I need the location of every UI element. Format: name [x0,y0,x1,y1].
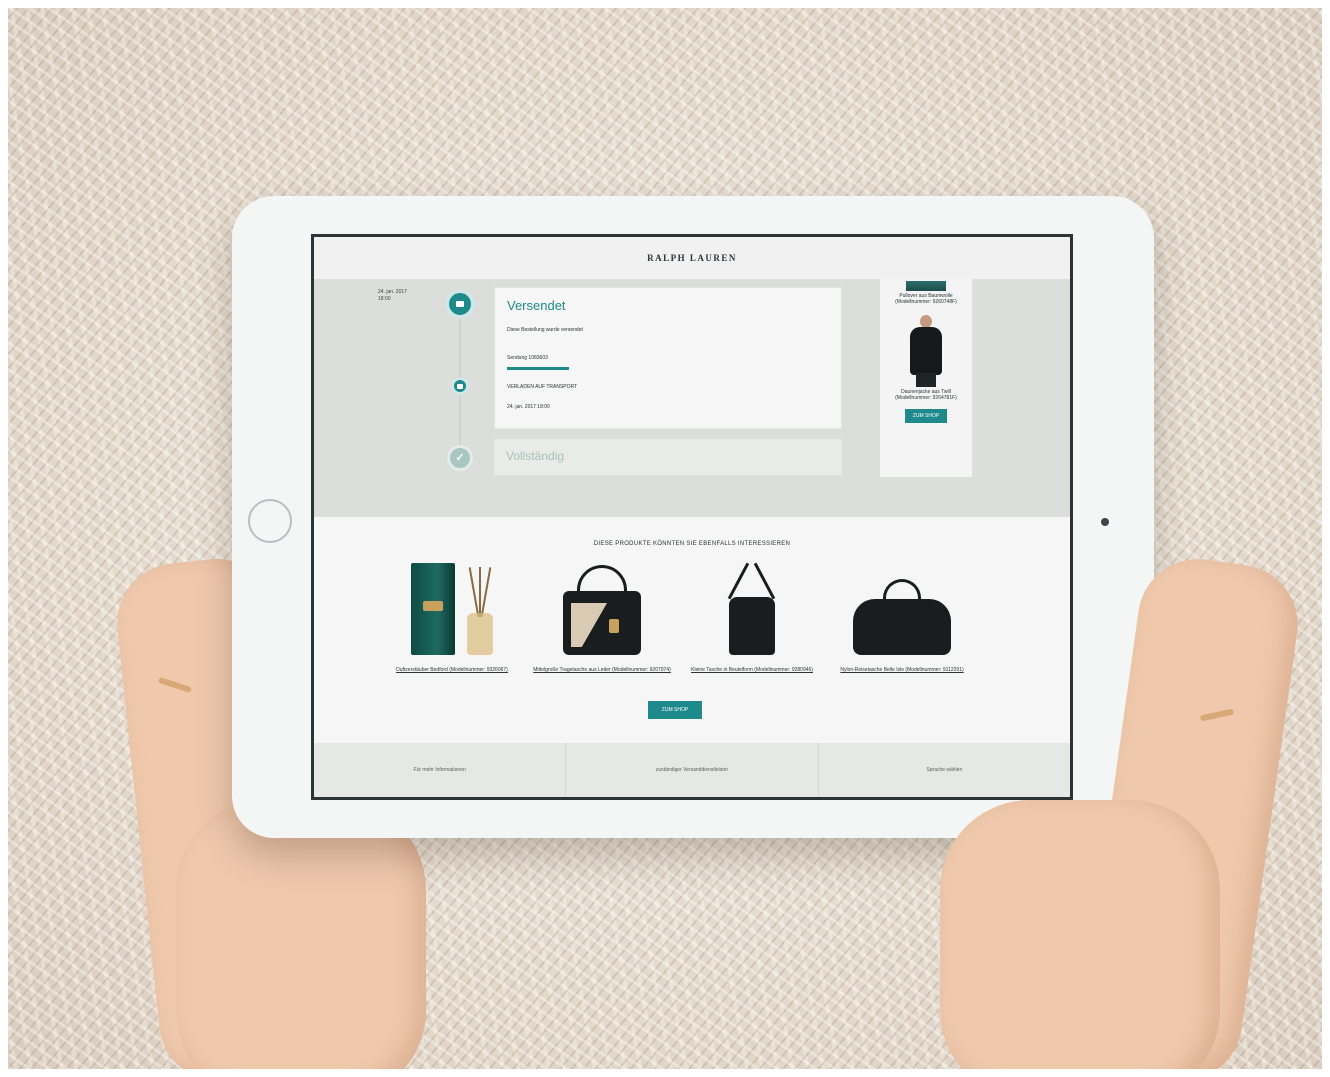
recommendations-section: DIESE PRODUKTE KÖNNTEN SIE EBENFALLS INT… [314,517,1070,743]
shipped-title: Versendet [507,298,566,313]
footer: Für mehr Informationen zuständiger Versa… [314,743,1070,797]
tracking-section: 24. jan. 2017 18:00 ✓ Versendet Diese Be… [314,279,1070,517]
bucket-bag-image[interactable] [697,559,807,663]
product-card[interactable]: Kleine Tasche in Beutelform (Modellnumme… [682,559,822,673]
box-icon [457,383,463,389]
product-caption[interactable]: Mittelgroße Tragetasche aus Leder (Model… [532,667,672,673]
tote-image[interactable] [547,559,657,663]
camera-dot [1101,518,1109,526]
brand-logo[interactable]: RALPH LAUREN [647,253,737,263]
diffuser-box [411,563,455,655]
jacket-thumbnail[interactable] [904,315,948,387]
footer-link-language[interactable]: Sprache wählen [819,743,1070,797]
reco-shop-button[interactable]: ZUM SHOP [648,701,702,719]
diffuser-jar [467,613,493,655]
shipped-card: Versendet Diese Bestellung wurde versend… [494,287,842,429]
duffel-image[interactable] [847,559,957,663]
bag-strap [753,562,776,600]
shipped-message: Diese Bestellung wurde versendet [507,327,583,333]
shipped-step-icon [445,289,475,319]
tablet-screen: RALPH LAUREN 24. jan. 2017 18:00 ✓ Verse… [311,234,1073,800]
product-caption[interactable]: Nylon-Reisetasche Belle Isle (Modellnumm… [832,667,972,673]
model-legs [916,373,936,387]
checkmark-icon: ✓ [455,451,465,464]
bag-strap [727,562,750,600]
complete-title: Vollständig [506,449,565,463]
bag-tag [609,619,619,633]
recommendations-title: DIESE PRODUKTE KÖNNTEN SIE EBENFALLS INT… [593,541,791,547]
top-bar: RALPH LAUREN [314,237,1070,279]
shipment-tab-underline [507,367,569,370]
sweater-thumbnail[interactable] [906,281,946,291]
bag-body [729,597,775,655]
transport-date: 24. jan. 2017 18:00 [507,404,550,410]
sidebar-item-caption[interactable]: Daunenjacke aus Twill (Modellnummer: 926… [880,387,972,401]
jacket-body [910,327,942,375]
order-items-sidebar: Pullover aus Baumwolle (Modellnummer: 92… [880,279,972,477]
transport-status: VERLADEN AUF TRANSPORT [507,384,578,390]
reed-stick [479,567,481,617]
sidebar-item-caption[interactable]: Pullover aus Baumwolle (Modellnummer: 92… [880,291,972,305]
product-card[interactable]: Nylon-Reisetasche Belle Isle (Modellnumm… [832,559,972,673]
product-caption[interactable]: Duftzerstäuber Bedford (Modellnummer: 93… [382,667,522,673]
product-card[interactable]: Duftzerstäuber Bedford (Modellnummer: 93… [382,559,522,673]
home-button[interactable] [248,499,292,543]
box-label [423,601,443,611]
transport-step-icon [451,377,469,395]
reed-stick [480,567,492,617]
complete-step-icon: ✓ [447,445,473,471]
right-palm [940,800,1220,1077]
left-palm [176,800,426,1077]
diffuser-image[interactable] [397,559,507,663]
shipment-tab[interactable]: Sendung 1083603 [507,355,829,361]
event-time: 18:00 [378,296,391,302]
complete-card: Vollständig [494,439,842,475]
bag-body [853,599,951,655]
footer-link-carrier[interactable]: zuständiger Versanddienstleister [566,743,819,797]
event-date: 24. jan. 2017 [378,289,407,295]
sidebar-shop-button[interactable]: ZUM SHOP [904,409,948,423]
footer-link-info[interactable]: Für mehr Informationen [314,743,567,797]
event-datetime: 24. jan. 2017 18:00 [378,289,407,303]
truck-icon [456,301,464,307]
product-caption[interactable]: Kleine Tasche in Beutelform (Modellnumme… [682,667,822,673]
reed-stick [468,567,480,617]
product-card[interactable]: Mittelgroße Tragetasche aus Leder (Model… [532,559,672,673]
